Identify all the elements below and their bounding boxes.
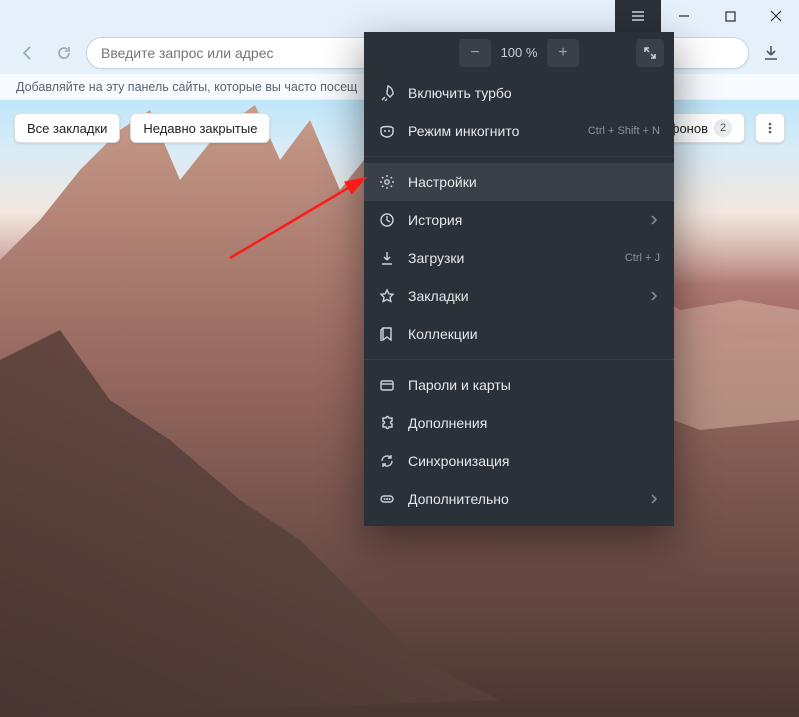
card-icon (378, 376, 396, 394)
more-button[interactable] (755, 113, 785, 143)
main-menu-dropdown: − 100 % + Включить турбо Режим инкогнито C… (364, 32, 674, 526)
menu-item-rocket[interactable]: Включить турбо (364, 74, 674, 112)
menu-item-label: Настройки (408, 174, 660, 190)
menu-item-label: Дополнения (408, 415, 660, 431)
menu-separator (364, 359, 674, 360)
menu-item-clock[interactable]: История (364, 201, 674, 239)
menu-separator (364, 156, 674, 157)
menu-item-shortcut: Ctrl + Shift + N (588, 125, 660, 137)
bookmarks-hint-text: Добавляйте на эту панель сайты, которые … (16, 80, 357, 94)
rocket-icon (378, 84, 396, 102)
menu-item-label: Загрузки (408, 250, 613, 266)
minimize-button[interactable] (661, 0, 707, 32)
close-icon (770, 10, 782, 22)
expand-icon (643, 46, 657, 60)
chevron-right-icon (648, 290, 660, 302)
menu-item-label: Закладки (408, 288, 636, 304)
maximize-icon (725, 11, 736, 22)
mask-icon (378, 122, 396, 140)
main-menu-button[interactable] (615, 0, 661, 32)
dots-vertical-icon (763, 121, 777, 135)
menu-item-download[interactable]: Загрузки Ctrl + J (364, 239, 674, 277)
menu-item-label: Синхронизация (408, 453, 660, 469)
dots-icon (378, 490, 396, 508)
download-icon (762, 44, 780, 62)
menu-item-label: Коллекции (408, 326, 660, 342)
hamburger-icon (630, 8, 646, 24)
zoom-value: 100 % (491, 45, 547, 60)
reload-icon (56, 45, 72, 61)
download-icon (378, 249, 396, 267)
menu-item-collection[interactable]: Коллекции (364, 315, 674, 353)
puzzle-icon (378, 414, 396, 432)
chip-badge: 2 (714, 119, 732, 137)
menu-item-gear[interactable]: Настройки (364, 163, 674, 201)
menu-item-label: История (408, 212, 636, 228)
menu-zoom-row: − 100 % + (364, 32, 674, 74)
menu-item-star[interactable]: Закладки (364, 277, 674, 315)
menu-item-label: Режим инкогнито (408, 123, 576, 139)
chip-label: Недавно закрытые (143, 121, 257, 136)
fullscreen-button[interactable] (636, 39, 664, 67)
menu-item-sync[interactable]: Синхронизация (364, 442, 674, 480)
chevron-right-icon (648, 493, 660, 505)
arrow-left-icon (19, 44, 37, 62)
star-icon (378, 287, 396, 305)
menu-item-puzzle[interactable]: Дополнения (364, 404, 674, 442)
menu-item-card[interactable]: Пароли и карты (364, 366, 674, 404)
chip-label: Все закладки (27, 121, 107, 136)
menu-item-label: Включить турбо (408, 85, 660, 101)
back-button[interactable] (14, 39, 42, 67)
chevron-right-icon (648, 214, 660, 226)
clock-icon (378, 211, 396, 229)
menu-item-dots[interactable]: Дополнительно (364, 480, 674, 518)
collection-icon (378, 325, 396, 343)
maximize-button[interactable] (707, 0, 753, 32)
downloads-button[interactable] (757, 39, 785, 67)
close-button[interactable] (753, 0, 799, 32)
menu-item-label: Пароли и карты (408, 377, 660, 393)
menu-item-mask[interactable]: Режим инкогнито Ctrl + Shift + N (364, 112, 674, 150)
reload-button[interactable] (50, 39, 78, 67)
zoom-out-button[interactable]: − (459, 39, 491, 67)
plus-icon: + (558, 44, 567, 62)
chip-recently-closed[interactable]: Недавно закрытые (130, 113, 270, 143)
chip-all-bookmarks[interactable]: Все закладки (14, 113, 120, 143)
menu-item-shortcut: Ctrl + J (625, 252, 660, 264)
minus-icon: − (470, 44, 479, 62)
gear-icon (378, 173, 396, 191)
window-titlebar (0, 0, 799, 32)
minimize-icon (678, 10, 690, 22)
sync-icon (378, 452, 396, 470)
zoom-in-button[interactable]: + (547, 39, 579, 67)
menu-item-label: Дополнительно (408, 491, 636, 507)
